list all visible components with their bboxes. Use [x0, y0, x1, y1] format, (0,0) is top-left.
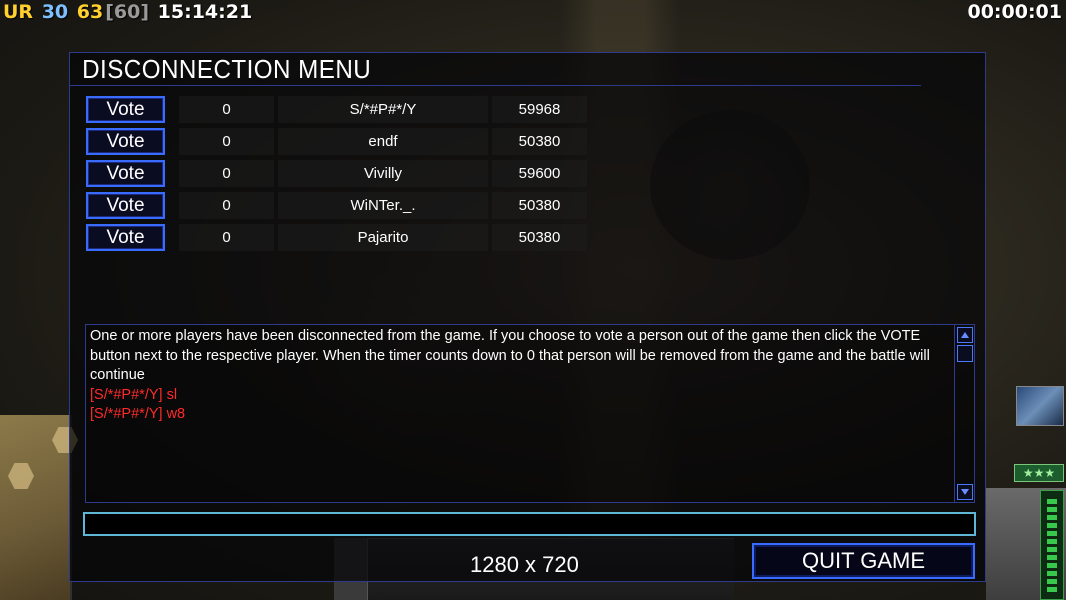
chat-input[interactable]: [83, 512, 976, 536]
vote-button[interactable]: Vote: [86, 160, 165, 187]
vote-button[interactable]: Vote: [86, 192, 165, 219]
scroll-down-icon[interactable]: [957, 484, 973, 500]
player-name: endf: [278, 128, 488, 155]
scroll-up-icon[interactable]: [957, 327, 973, 343]
vote-button[interactable]: Vote: [86, 128, 165, 155]
power-meter: [1040, 490, 1064, 600]
hud-clock: 15:14:21: [157, 1, 253, 23]
disconnection-menu: DISCONNECTION MENU Vote 0 S/*#P#*/Y 5996…: [69, 52, 986, 582]
game-timer: 00:00:01: [967, 1, 1062, 23]
minimap-marker: [8, 463, 34, 489]
vote-count: 0: [179, 128, 274, 155]
player-ping: 50380: [492, 224, 587, 251]
player-ping: 59968: [492, 96, 587, 123]
hud-stat-b: 63: [76, 1, 104, 23]
vote-count: 0: [179, 96, 274, 123]
hud-stat-c: [60]: [105, 1, 150, 23]
resolution-overlay: 1280 x 720: [470, 552, 579, 577]
vote-count: 0: [179, 160, 274, 187]
chat-message: [S/*#P#*/Y] sl: [90, 386, 178, 403]
vote-count: 0: [179, 224, 274, 251]
chat-message: [S/*#P#*/Y] w8: [90, 406, 186, 422]
chat-text: One or more players have been disconnect…: [90, 327, 950, 425]
faction-label: UR: [3, 1, 34, 23]
player-name: S/*#P#*/Y: [278, 96, 488, 123]
hud-stat-a: 30: [41, 1, 69, 23]
chat-scrollbar[interactable]: [954, 325, 974, 502]
disconnect-info-text: One or more players have been disconnect…: [90, 328, 930, 383]
chat-log[interactable]: One or more players have been disconnect…: [85, 324, 975, 503]
vote-count: 0: [179, 192, 274, 219]
hud-status: UR 30 63 [60] 15:14:21: [3, 1, 254, 25]
player-ping: 50380: [492, 192, 587, 219]
scroll-thumb[interactable]: [957, 345, 973, 362]
vote-button[interactable]: Vote: [86, 224, 165, 251]
minimap[interactable]: [0, 415, 78, 600]
satellite-icon[interactable]: [1016, 386, 1064, 426]
player-ping: 50380: [492, 128, 587, 155]
vote-button[interactable]: Vote: [86, 96, 165, 123]
player-ping: 59600: [492, 160, 587, 187]
player-name: WiNTer._.: [278, 192, 488, 219]
rank-stars-icon: ★★★: [1014, 464, 1064, 482]
panel-title: DISCONNECTION MENU: [70, 53, 921, 86]
quit-game-button[interactable]: QUIT GAME: [752, 543, 975, 579]
player-name: Pajarito: [278, 224, 488, 251]
player-name: Vivilly: [278, 160, 488, 187]
